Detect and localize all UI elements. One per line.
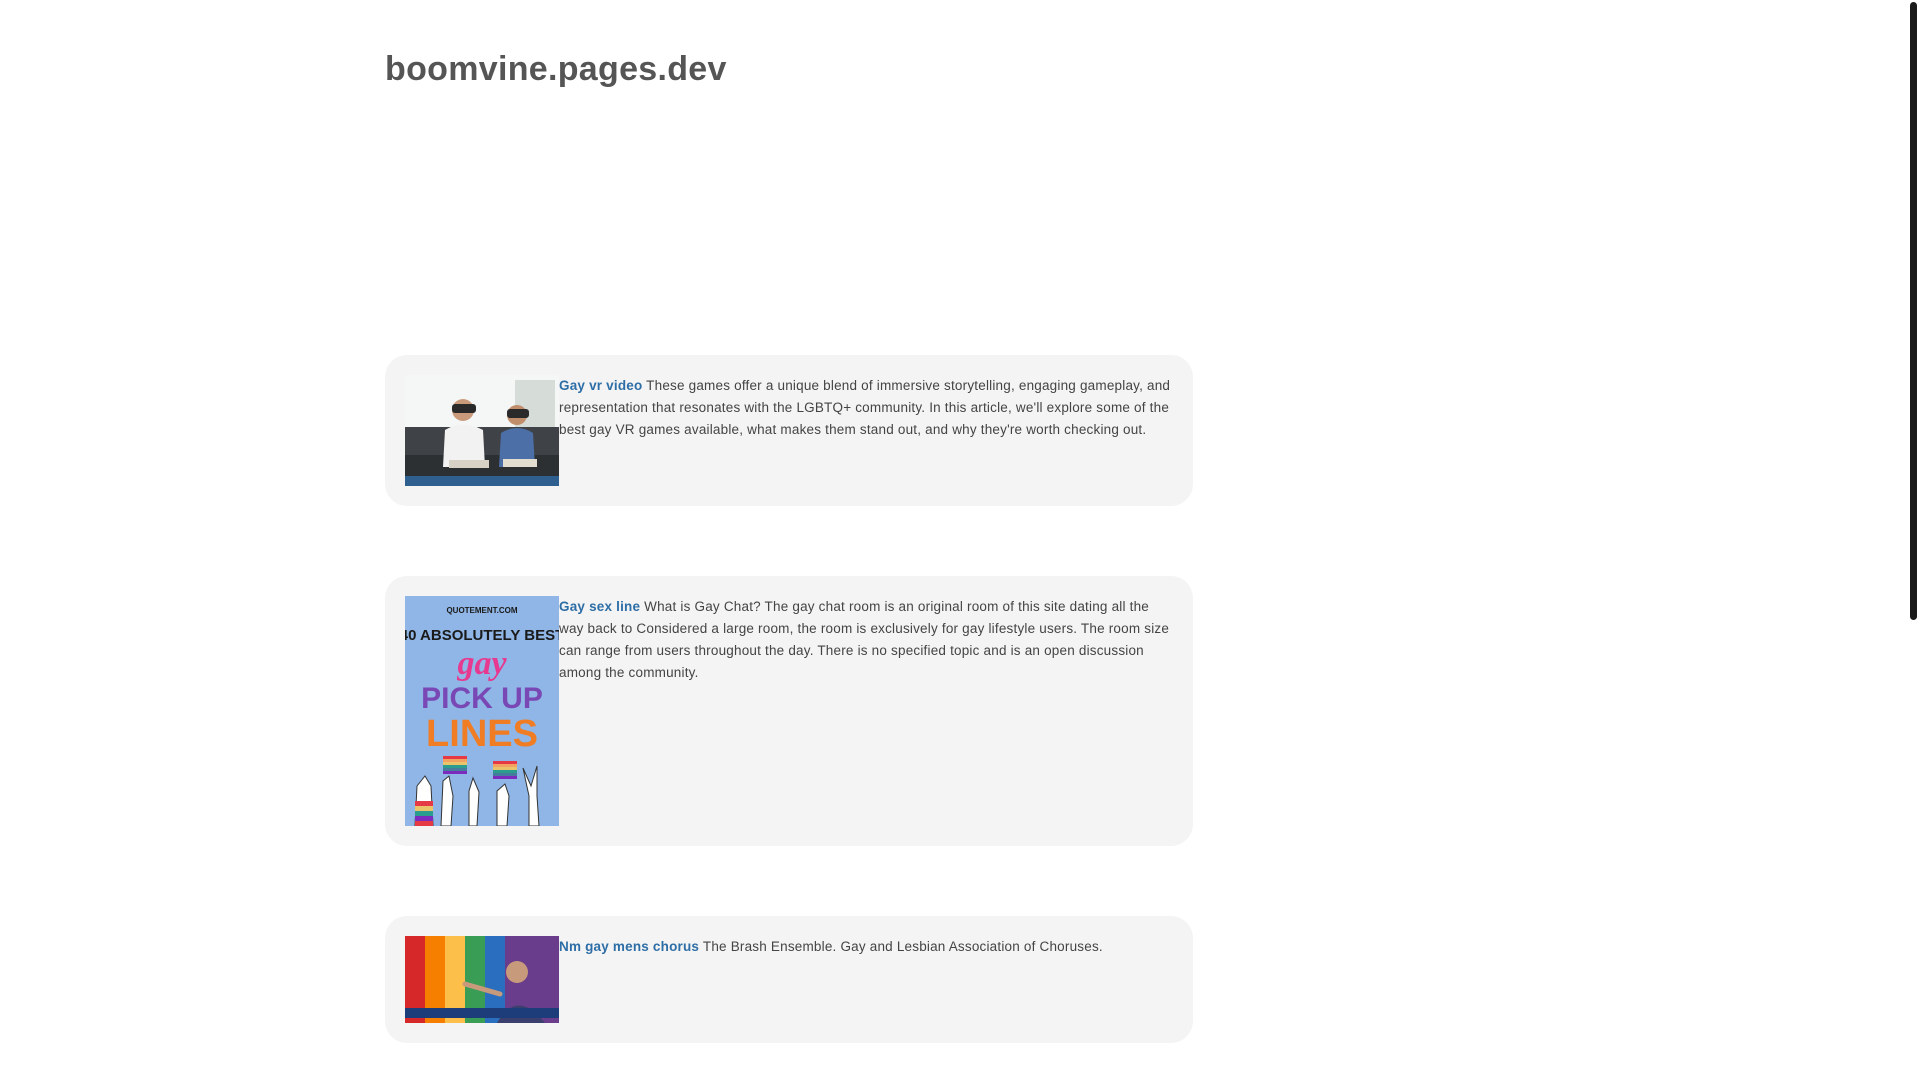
post-card: Nm gay mens chorus The Brash Ensemble. G… — [385, 916, 1193, 1043]
post-thumbnail-pickup-lines[interactable]: QUOTEMENT.COM 40 ABSOLUTELY BEST gay PIC… — [405, 596, 559, 826]
post-card: QUOTEMENT.COM 40 ABSOLUTELY BEST gay PIC… — [385, 576, 1193, 846]
poster-line4: LINES — [426, 713, 538, 755]
site-title[interactable]: boomvine.pages.dev — [385, 50, 727, 89]
post-excerpt: What is Gay Chat? The gay chat room is a… — [559, 599, 1170, 680]
chorus-video-still-image — [405, 936, 559, 1023]
post-title-link[interactable]: Nm gay mens chorus — [559, 939, 699, 954]
post-card: Gay vr video These games offer a unique … — [385, 355, 1193, 506]
poster-line2: gay — [456, 645, 507, 682]
post-thumbnail-chorus[interactable] — [405, 936, 559, 1023]
post-title-link[interactable]: Gay vr video — [559, 378, 642, 393]
scrollbar-thumb[interactable] — [1910, 2, 1917, 620]
post-excerpt: These games offer a unique blend of imme… — [559, 378, 1171, 437]
post-summary: Nm gay mens chorus The Brash Ensemble. G… — [559, 936, 1173, 958]
poster-line1: 40 ABSOLUTELY BEST — [405, 627, 559, 644]
pickup-lines-poster-image: QUOTEMENT.COM 40 ABSOLUTELY BEST gay PIC… — [405, 596, 559, 826]
post-title-link[interactable]: Gay sex line — [559, 599, 640, 614]
vr-photo-image — [405, 375, 559, 486]
post-excerpt: The Brash Ensemble. Gay and Lesbian Asso… — [702, 939, 1103, 954]
post-summary: Gay sex line What is Gay Chat? The gay c… — [559, 596, 1173, 684]
poster-site: QUOTEMENT.COM — [446, 606, 517, 615]
page-scrollbar[interactable] — [1905, 0, 1920, 1080]
poster-line3: PICK UP — [421, 682, 543, 715]
post-thumbnail-vr[interactable] — [405, 375, 559, 486]
post-summary: Gay vr video These games offer a unique … — [559, 375, 1173, 441]
